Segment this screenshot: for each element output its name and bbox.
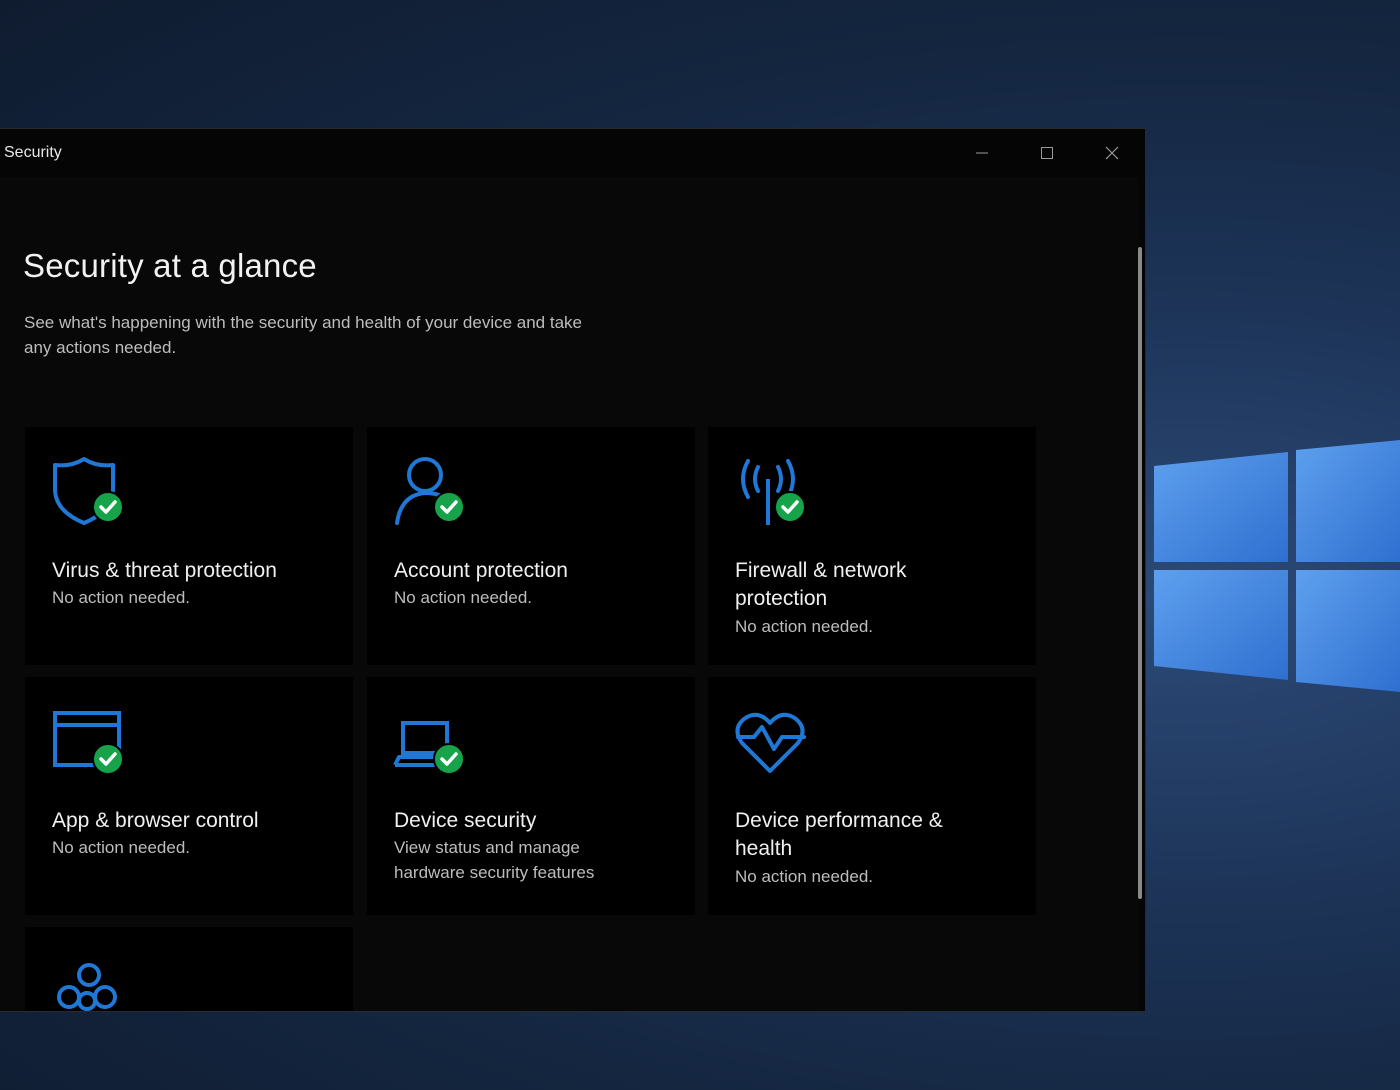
page-description: See what's happening with the security a…: [24, 313, 582, 357]
minimize-icon: [976, 152, 988, 154]
minimize-button[interactable]: [962, 137, 1002, 169]
tile-status: No action needed.: [394, 588, 532, 607]
browser-window-check-icon: [53, 711, 124, 775]
page-title: Security at a glance: [23, 247, 317, 284]
vertical-scrollbar[interactable]: [1138, 247, 1142, 899]
tile-title: Account protection: [394, 559, 568, 582]
tile-title: Firewall & network protection: [735, 559, 907, 610]
tile-status: No action needed.: [735, 617, 873, 636]
window-title: Security: [4, 144, 62, 161]
app-window: Security Security at a glance See what's…: [0, 128, 1146, 1012]
antenna-check-icon: [741, 459, 806, 525]
close-button[interactable]: [1092, 137, 1132, 169]
person-check-icon: [395, 457, 465, 525]
tile-title: Device performance & health: [735, 809, 943, 860]
shield-check-icon: [53, 457, 124, 525]
tile-status: No action needed.: [52, 838, 190, 857]
windows-logo: [1154, 440, 1400, 692]
title-bar[interactable]: Security: [0, 129, 1145, 177]
tile-virus-threat-protection[interactable]: Virus & threat protection No action need…: [25, 427, 353, 665]
maximize-icon: [1041, 147, 1053, 159]
tile-status: View status and manage hardware security…: [394, 838, 595, 882]
close-icon: [1105, 146, 1119, 160]
main-content: Security at a glance See what's happenin…: [0, 177, 1142, 1011]
tile-family-options[interactable]: [25, 927, 353, 1011]
tile-title: App & browser control: [52, 809, 259, 832]
tile-title: Device security: [394, 809, 537, 832]
tile-device-security[interactable]: Device security View status and manage h…: [367, 677, 695, 915]
family-icon: [57, 963, 117, 1011]
tile-device-performance-health[interactable]: Device performance & health No action ne…: [708, 677, 1036, 915]
tile-app-browser-control[interactable]: App & browser control No action needed.: [25, 677, 353, 915]
tile-title: Virus & threat protection: [52, 559, 277, 582]
tile-firewall-network-protection[interactable]: Firewall & network protection No action …: [708, 427, 1036, 665]
maximize-button[interactable]: [1027, 137, 1067, 169]
tile-status: No action needed.: [735, 867, 873, 886]
tile-status: No action needed.: [52, 588, 190, 607]
tile-account-protection[interactable]: Account protection No action needed.: [367, 427, 695, 665]
heart-pulse-icon: [735, 712, 806, 773]
laptop-check-icon: [393, 721, 465, 775]
